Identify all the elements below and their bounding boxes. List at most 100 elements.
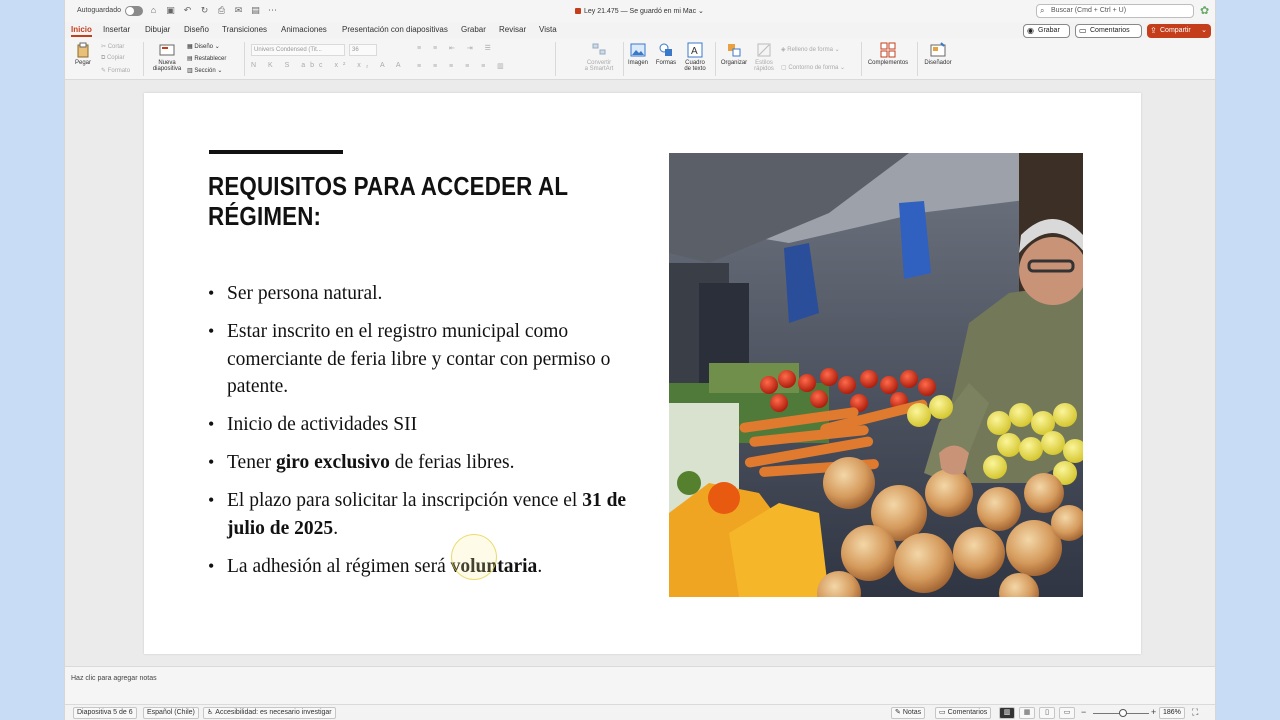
- list-buttons[interactable]: ≡ ≡ ⇤ ⇥ ☰: [417, 44, 496, 52]
- mouse-cursor-highlight: [451, 534, 497, 580]
- shapes-icon: [659, 43, 672, 56]
- notes-pane[interactable]: Haz clic para agregar notas: [65, 666, 1215, 704]
- accessibility-icon: ♿: [207, 709, 214, 716]
- quick-styles-icon: [757, 43, 771, 57]
- market-photo[interactable]: [669, 153, 1083, 597]
- list-item: La adhesión al régimen será voluntaria.: [208, 553, 628, 581]
- format-painter-button[interactable]: ✎ Formato: [101, 67, 130, 74]
- tab-transiciones[interactable]: Transiciones: [222, 25, 267, 34]
- zoom-slider-thumb[interactable]: [1119, 709, 1127, 717]
- font-format-buttons[interactable]: N K S abc x² x₂ A A: [251, 62, 406, 69]
- tab-grabar[interactable]: Grabar: [461, 25, 486, 34]
- slide[interactable]: REQUISITOS PARA ACCEDER AL RÉGIMEN: Ser …: [144, 93, 1141, 654]
- divider: [715, 42, 716, 76]
- share-button[interactable]: ⇪ Compartir ⌄: [1147, 24, 1211, 38]
- addins-icon: [880, 42, 896, 58]
- normal-view-button[interactable]: ▥: [999, 707, 1015, 719]
- shape-outline-button[interactable]: ▢ Contorno de forma ⌄: [781, 64, 845, 71]
- section-button[interactable]: ▥ Sección ⌄: [187, 67, 222, 74]
- list-item: Tener giro exclusivo de ferias libres.: [208, 449, 628, 477]
- designer-icon: [930, 42, 946, 57]
- layout-button[interactable]: ▦ Diseño ⌄: [187, 43, 220, 50]
- ribbon: Pegar ✂ Cortar ⧉ Copiar ✎ Formato Nueva d…: [65, 38, 1215, 80]
- reset-button[interactable]: ▤ Restablecer: [187, 55, 226, 62]
- new-slide-icon: [159, 44, 175, 56]
- save-icon[interactable]: ▣: [165, 5, 176, 16]
- record-button[interactable]: ◉ Grabar: [1023, 24, 1070, 38]
- designer-button[interactable]: Diseñador: [921, 42, 955, 66]
- zoom-in-icon[interactable]: +: [1151, 707, 1156, 717]
- document-title[interactable]: Ley 21.475 — Se guardó en mi Mac ⌄: [575, 7, 704, 15]
- list-item: Estar inscrito en el registro municipal …: [208, 318, 628, 401]
- comments-status-button[interactable]: ▭ Comentarios: [935, 707, 992, 719]
- divider: [917, 42, 918, 76]
- tab-inicio[interactable]: Inicio: [71, 25, 92, 37]
- tab-diseno[interactable]: Diseño: [184, 25, 209, 34]
- notes-button[interactable]: ✎ Notas: [891, 707, 926, 719]
- bullet-list[interactable]: Ser persona natural. Estar inscrito en e…: [208, 280, 628, 591]
- tab-revisar[interactable]: Revisar: [499, 25, 526, 34]
- title-bar: Autoguardado ⌂ ▣ ↶ ↻ ⎙ ✉ ▤ ⋯ Ley 21.475 …: [65, 0, 1215, 22]
- tab-vista[interactable]: Vista: [539, 25, 557, 34]
- print-icon[interactable]: ⎙: [216, 5, 227, 16]
- slide-counter[interactable]: Diapositiva 5 de 6: [73, 707, 137, 719]
- quick-styles-button[interactable]: Estilos rápidos: [751, 42, 777, 72]
- list-item: El plazo para solicitar la inscripción v…: [208, 487, 628, 542]
- home-icon[interactable]: ⌂: [148, 5, 159, 16]
- slide-canvas: REQUISITOS PARA ACCEDER AL RÉGIMEN: Ser …: [65, 80, 1215, 666]
- tab-dibujar[interactable]: Dibujar: [145, 25, 170, 34]
- alignment-buttons[interactable]: ≡ ≡ ≡ ≡ ≡ ▥: [417, 62, 509, 70]
- textbox-icon: A: [687, 42, 703, 58]
- reading-view-button[interactable]: ▯: [1039, 707, 1055, 719]
- image-button[interactable]: Imagen: [625, 42, 651, 66]
- status-bar: Diapositiva 5 de 6 Español (Chile) ♿ Acce…: [65, 704, 1215, 720]
- divider: [861, 42, 862, 76]
- convert-smartart-button[interactable]: Convertir a SmartArt: [577, 42, 621, 72]
- tab-animaciones[interactable]: Animaciones: [281, 25, 327, 34]
- shape-fill-button[interactable]: ◈ Relleno de forma ⌄: [781, 46, 840, 53]
- copy-button[interactable]: ⧉ Copiar: [101, 55, 125, 62]
- comment-icon: ▭: [939, 709, 946, 716]
- comments-button[interactable]: ▭ Comentarios: [1075, 24, 1142, 38]
- divider: [143, 42, 144, 76]
- addins-button[interactable]: Complementos: [865, 42, 911, 66]
- search-icon: ⌕: [1040, 6, 1045, 15]
- mail-icon[interactable]: ✉: [233, 5, 244, 16]
- copilot-icon[interactable]: ✿: [1200, 4, 1209, 17]
- autosave-label: Autoguardado: [77, 7, 121, 14]
- more-icon[interactable]: ⋯: [267, 5, 278, 16]
- arrange-button[interactable]: Organizar: [718, 42, 750, 66]
- fit-to-window-icon[interactable]: ⛶: [1192, 707, 1198, 718]
- slideshow-button[interactable]: ▭: [1059, 707, 1075, 719]
- paste-button[interactable]: Pegar: [71, 42, 95, 66]
- document-icon[interactable]: ▤: [250, 5, 261, 16]
- svg-text:A: A: [691, 46, 698, 57]
- font-name-select[interactable]: Univers Condensed (Tit...: [251, 44, 345, 56]
- list-item: Ser persona natural.: [208, 280, 628, 308]
- chevron-down-icon: ⌄: [1201, 27, 1207, 34]
- zoom-out-icon[interactable]: −: [1081, 707, 1086, 717]
- slide-title[interactable]: REQUISITOS PARA ACCEDER AL RÉGIMEN:: [208, 171, 578, 231]
- accessibility-indicator[interactable]: ♿ Accesibilidad: es necesario investigar: [203, 707, 336, 719]
- search-input[interactable]: ⌕ Buscar (Cmd + Ctrl + U): [1036, 4, 1194, 18]
- language-indicator[interactable]: Español (Chile): [143, 707, 199, 719]
- new-slide-button[interactable]: Nueva diapositiva: [149, 42, 185, 72]
- tab-presentacion[interactable]: Presentación con diapositivas: [342, 25, 448, 34]
- zoom-level[interactable]: 186%: [1159, 707, 1185, 719]
- comment-icon: ▭: [1079, 26, 1087, 35]
- divider: [555, 42, 556, 76]
- notes-placeholder: Haz clic para agregar notas: [71, 675, 157, 682]
- quick-access-toolbar: ⌂ ▣ ↶ ↻ ⎙ ✉ ▤ ⋯: [148, 5, 278, 16]
- slide-sorter-button[interactable]: ▦: [1019, 707, 1035, 719]
- tab-insertar[interactable]: Insertar: [103, 25, 130, 34]
- font-size-select[interactable]: 36: [349, 44, 377, 56]
- divider: [623, 42, 624, 76]
- title-accent-line: [209, 150, 343, 154]
- record-icon: ◉: [1027, 26, 1034, 35]
- textbox-button[interactable]: A Cuadro de texto: [681, 42, 709, 72]
- autosave-toggle[interactable]: [125, 6, 143, 16]
- shapes-button[interactable]: Formas: [653, 42, 679, 66]
- cut-button[interactable]: ✂ Cortar: [101, 43, 124, 50]
- redo-icon[interactable]: ↻: [199, 5, 210, 16]
- undo-icon[interactable]: ↶: [182, 5, 193, 16]
